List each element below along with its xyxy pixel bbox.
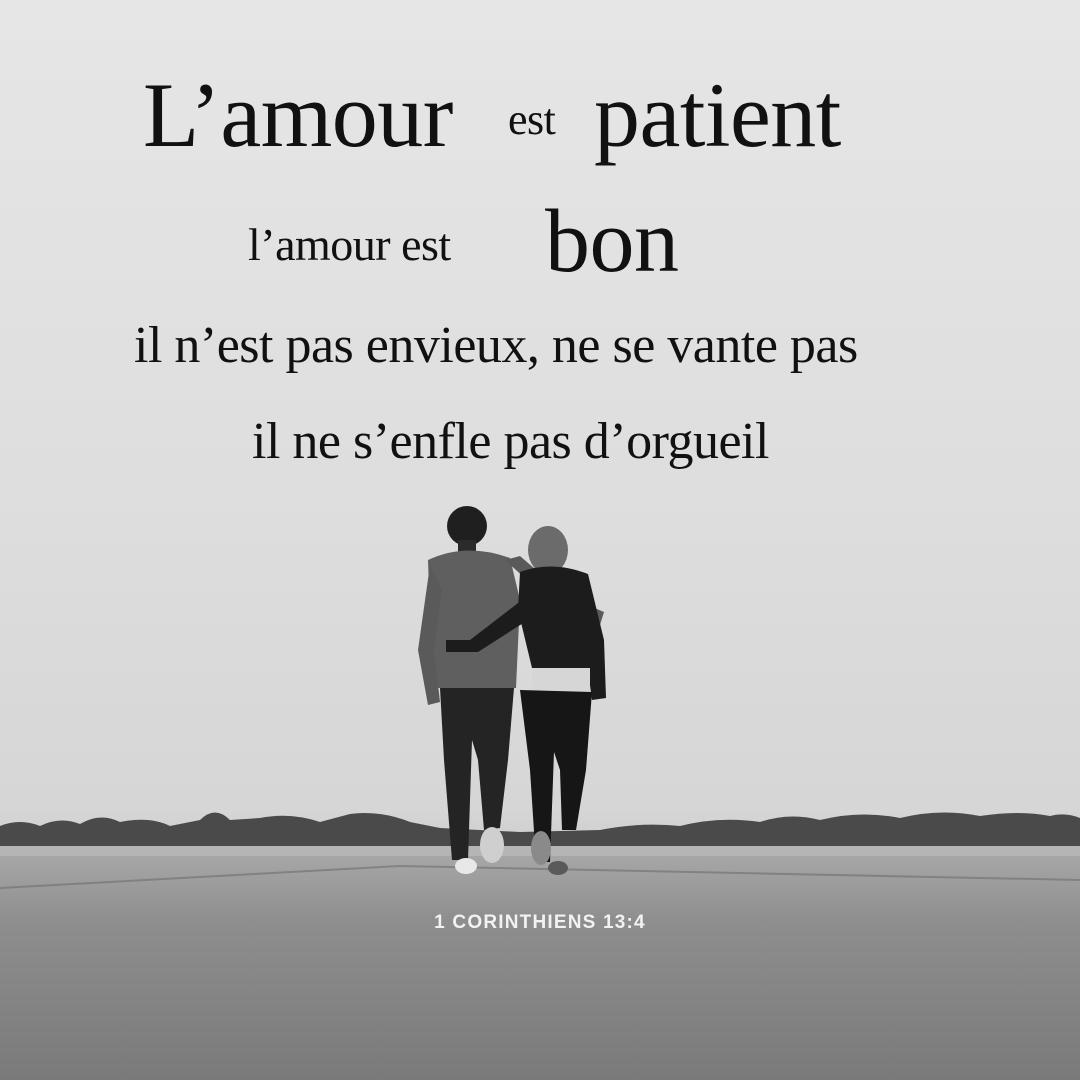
quote-line-3-text: il n’est pas envieux, ne se vante pas (134, 317, 858, 374)
quote-word-amour: L’amour (143, 64, 453, 166)
quote-word-est: est (508, 95, 556, 144)
woman-left-shoe (531, 831, 551, 865)
couple-walking (418, 506, 606, 875)
verse-reference: 1 CORINTHIENS 13:4 (434, 912, 646, 933)
quote-word-patient: patient (594, 64, 841, 166)
man-left-shoe (455, 858, 477, 874)
woman-shirt-hem (532, 668, 590, 694)
man-right-shoe (480, 827, 504, 863)
quote-line-4-text: il ne s’enfle pas d’orgueil (252, 413, 769, 470)
verse-poster: L’amour est patient l’amour est bon il n… (0, 0, 1080, 1080)
quote-phrase-amour-est: l’amour est (248, 219, 451, 270)
woman-right-shoe (548, 861, 568, 875)
runway-ground (0, 852, 1080, 1080)
quote-word-bon: bon (545, 192, 679, 291)
